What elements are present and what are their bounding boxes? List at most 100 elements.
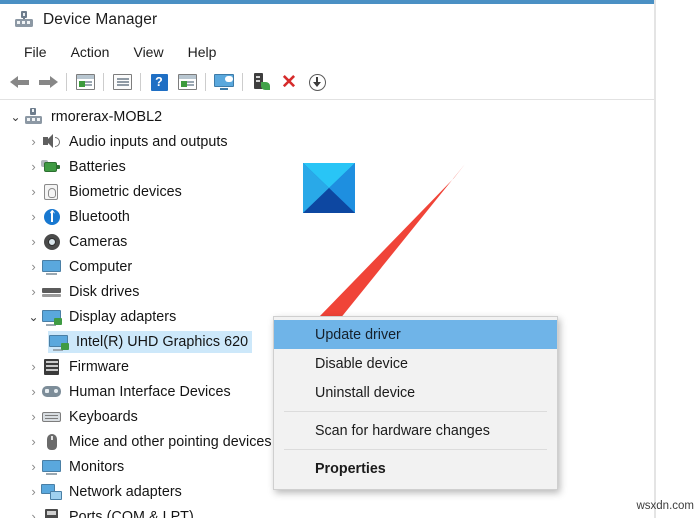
tree-node-label: Bluetooth: [69, 208, 130, 225]
menu-view[interactable]: View: [121, 41, 175, 63]
tree-node-root[interactable]: ⌄ rmorerax-MOBL2: [0, 104, 656, 129]
tree-node-computer[interactable]: › Computer: [0, 254, 656, 279]
forward-button[interactable]: [34, 69, 62, 95]
chevron-right-icon[interactable]: ›: [26, 479, 41, 504]
toolbar-separator: [66, 73, 67, 91]
page-title: Device Manager: [43, 11, 158, 28]
tree-node-label: Human Interface Devices: [69, 383, 231, 400]
back-button[interactable]: [6, 69, 34, 95]
tree-node-label: Batteries: [69, 158, 126, 175]
tree-node-label: Cameras: [69, 233, 128, 250]
tree-node-label: Display adapters: [69, 308, 177, 325]
tree-node-label: Mice and other pointing devices: [69, 433, 272, 450]
chevron-right-icon[interactable]: ›: [26, 129, 41, 154]
back-icon: [10, 75, 30, 90]
context-menu-separator: [284, 411, 547, 412]
chevron-right-icon[interactable]: ›: [26, 204, 41, 229]
tree-node-label: Ports (COM & LPT): [69, 508, 194, 518]
watermark: wsxdn.com: [636, 500, 694, 512]
uninstall-device-button[interactable]: ✕: [275, 69, 303, 95]
display-adapter-icon: [41, 308, 62, 326]
monitor-icon: [41, 458, 62, 476]
disable-device-icon: [308, 73, 326, 91]
port-icon: [41, 508, 62, 518]
help-button[interactable]: ?: [145, 69, 173, 95]
chevron-right-icon[interactable]: ›: [26, 429, 41, 454]
fingerprint-icon: [41, 183, 62, 201]
menu-help[interactable]: Help: [176, 41, 229, 63]
title-bar: Device Manager: [0, 4, 656, 36]
toolbar-divider: [0, 99, 656, 100]
mouse-icon: [41, 433, 62, 451]
update-driver-icon: [214, 74, 234, 90]
chevron-right-icon[interactable]: ›: [26, 229, 41, 254]
menu-bar: File Action View Help: [0, 38, 656, 66]
chevron-right-icon[interactable]: ›: [26, 179, 41, 204]
properties-button[interactable]: [108, 69, 136, 95]
context-menu-item-properties[interactable]: Properties: [274, 454, 557, 483]
update-driver-button[interactable]: [210, 69, 238, 95]
camera-icon: [41, 233, 62, 251]
context-menu-item-scan-for-hardware-changes[interactable]: Scan for hardware changes: [274, 416, 557, 445]
display-adapter-icon: [48, 333, 69, 351]
speaker-icon: [41, 133, 62, 151]
device-manager-screenshot: Device Manager File Action View Help ? ✕…: [0, 0, 700, 518]
chevron-right-icon[interactable]: ›: [26, 354, 41, 379]
tree-node-label: Intel(R) UHD Graphics 620: [76, 333, 249, 350]
network-adapter-icon: [41, 483, 62, 501]
tree-node-label: Disk drives: [69, 283, 140, 300]
context-menu[interactable]: Update driver Disable device Uninstall d…: [273, 316, 558, 490]
tree-node-label: Keyboards: [69, 408, 138, 425]
menu-file[interactable]: File: [12, 41, 59, 63]
tree-node-label: Network adapters: [69, 483, 182, 500]
window-right-edge: [654, 0, 656, 518]
toolbar-separator: [242, 73, 243, 91]
chevron-down-icon[interactable]: ⌄: [26, 304, 41, 329]
tree-node-ports[interactable]: › Ports (COM & LPT): [0, 504, 656, 518]
uninstall-device-icon: ✕: [281, 71, 297, 93]
chevron-right-icon[interactable]: ›: [26, 504, 41, 518]
tree-node-label: Biometric devices: [69, 183, 182, 200]
tree-node-label: Audio inputs and outputs: [69, 133, 228, 150]
tree-node-cameras[interactable]: › Cameras: [0, 229, 656, 254]
scan-for-hardware-changes-button[interactable]: [247, 69, 275, 95]
computer-icon: [23, 107, 44, 126]
chevron-right-icon[interactable]: ›: [26, 279, 41, 304]
chevron-right-icon[interactable]: ›: [26, 379, 41, 404]
tree-node-label: Firmware: [69, 358, 129, 375]
show-hide-action-pane-button[interactable]: [173, 69, 201, 95]
context-menu-item-update-driver[interactable]: Update driver: [274, 320, 557, 349]
monitor-icon: [41, 258, 62, 276]
battery-icon: [41, 158, 62, 176]
tree-node-audio[interactable]: › Audio inputs and outputs: [0, 129, 656, 154]
tree-node-label: rmorerax-MOBL2: [51, 108, 163, 125]
context-menu-item-uninstall-device[interactable]: Uninstall device: [274, 378, 557, 407]
blue-x-square-icon: [303, 163, 355, 213]
disable-device-button[interactable]: [303, 69, 331, 95]
chevron-right-icon[interactable]: ›: [26, 454, 41, 479]
chevron-right-icon[interactable]: ›: [26, 404, 41, 429]
chevron-down-icon[interactable]: ⌄: [8, 104, 23, 129]
show-hide-console-tree-button[interactable]: [71, 69, 99, 95]
chevron-right-icon[interactable]: ›: [26, 154, 41, 179]
toolbar: ? ✕: [0, 66, 656, 98]
properties-icon: [112, 74, 132, 90]
tree-node-disk-drives[interactable]: › Disk drives: [0, 279, 656, 304]
disk-icon: [41, 283, 62, 301]
context-menu-item-disable-device[interactable]: Disable device: [274, 349, 557, 378]
hid-icon: [41, 383, 62, 401]
forward-icon: [38, 75, 58, 90]
toolbar-separator: [205, 73, 206, 91]
tree-node-label: Monitors: [69, 458, 125, 475]
device-manager-icon: [14, 11, 34, 29]
device-manager-window: Device Manager File Action View Help ? ✕…: [0, 0, 656, 518]
show-hide-action-pane-icon: [177, 74, 197, 90]
help-icon: ?: [150, 73, 168, 91]
show-hide-console-tree-icon: [75, 74, 95, 90]
firmware-icon: [41, 358, 62, 376]
keyboard-icon: [41, 408, 62, 426]
scan-for-hardware-changes-icon: [252, 73, 270, 91]
toolbar-separator: [103, 73, 104, 91]
menu-action[interactable]: Action: [59, 41, 122, 63]
chevron-right-icon[interactable]: ›: [26, 254, 41, 279]
